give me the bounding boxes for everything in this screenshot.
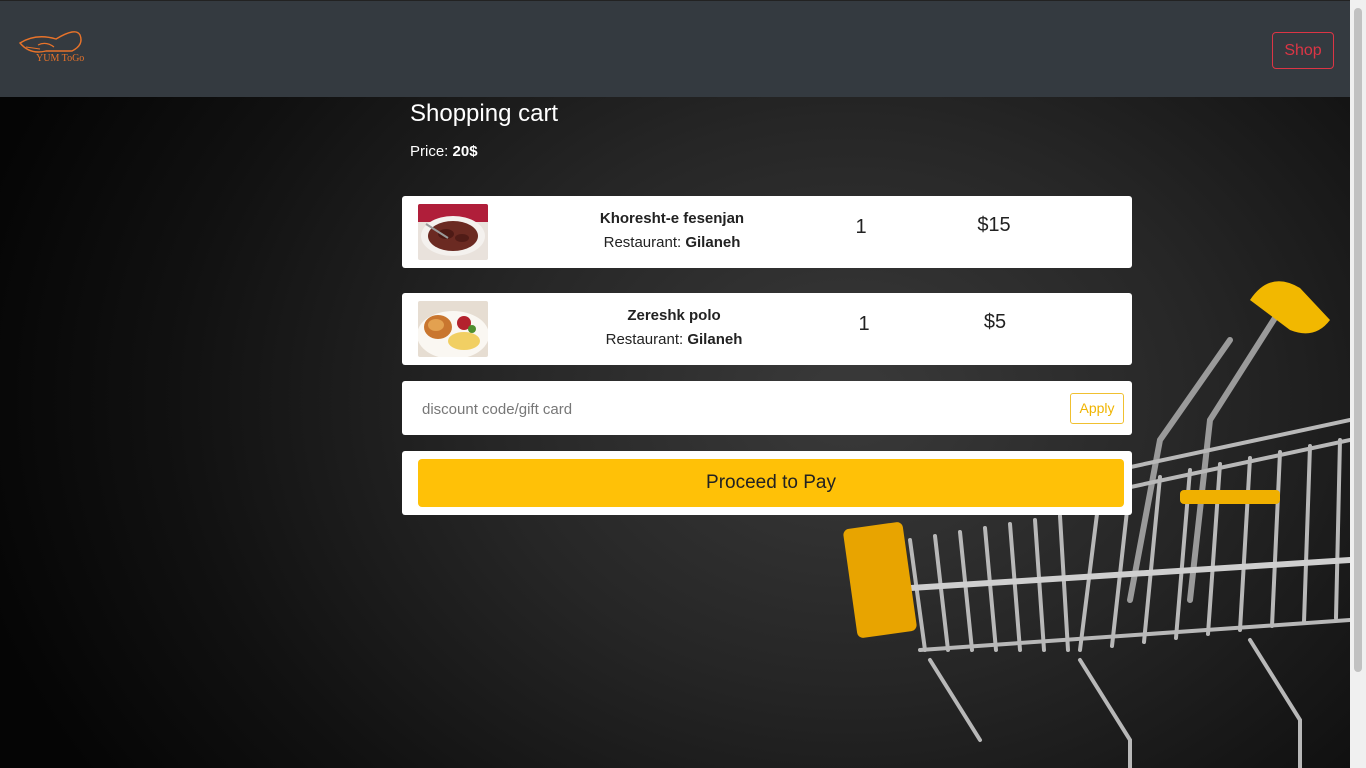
cart-item: Khoresht-e fesenjan Restaurant: Gilaneh … bbox=[402, 196, 1132, 268]
discount-form: Apply bbox=[402, 381, 1132, 435]
cart-item: Zereshk polo Restaurant: Gilaneh 1 $5 bbox=[402, 293, 1132, 365]
page: YUM ToGo Shop Shopping cart Price: 20$ K… bbox=[0, 0, 1350, 768]
scrollbar-thumb[interactable] bbox=[1354, 8, 1362, 672]
item-price: $15 bbox=[977, 214, 1011, 236]
shop-button[interactable]: Shop bbox=[1272, 32, 1334, 69]
restaurant-name: Gilaneh bbox=[685, 234, 741, 251]
item-name: Zereshk polo bbox=[627, 307, 721, 324]
discount-code-input[interactable] bbox=[410, 389, 1064, 429]
item-restaurant: Restaurant: Gilaneh bbox=[574, 331, 774, 348]
item-quantity: 1 bbox=[858, 313, 870, 335]
restaurant-label: Restaurant: bbox=[603, 234, 682, 251]
restaurant-label: Restaurant: bbox=[605, 331, 684, 348]
item-name: Khoresht-e fesenjan bbox=[599, 210, 745, 227]
pay-section: Proceed to Pay bbox=[402, 451, 1132, 515]
price-value: 20$ bbox=[452, 143, 478, 160]
item-price: $5 bbox=[983, 311, 1007, 333]
logo-text: YUM ToGo bbox=[36, 53, 85, 64]
item-quantity: 1 bbox=[855, 216, 867, 238]
item-restaurant: Restaurant: Gilaneh bbox=[572, 234, 772, 251]
restaurant-name: Gilaneh bbox=[687, 331, 743, 348]
vertical-scrollbar[interactable] bbox=[1350, 0, 1366, 768]
stew-dish-image bbox=[418, 204, 488, 260]
top-navbar: YUM ToGo Shop bbox=[0, 0, 1350, 97]
proceed-to-pay-button[interactable]: Proceed to Pay bbox=[418, 459, 1124, 507]
apply-button[interactable]: Apply bbox=[1070, 393, 1124, 424]
rice-chicken-dish-image bbox=[418, 301, 488, 357]
total-price: Price: 20$ bbox=[410, 143, 478, 160]
page-title: Shopping cart bbox=[410, 100, 559, 127]
price-label: Price: bbox=[410, 143, 449, 160]
